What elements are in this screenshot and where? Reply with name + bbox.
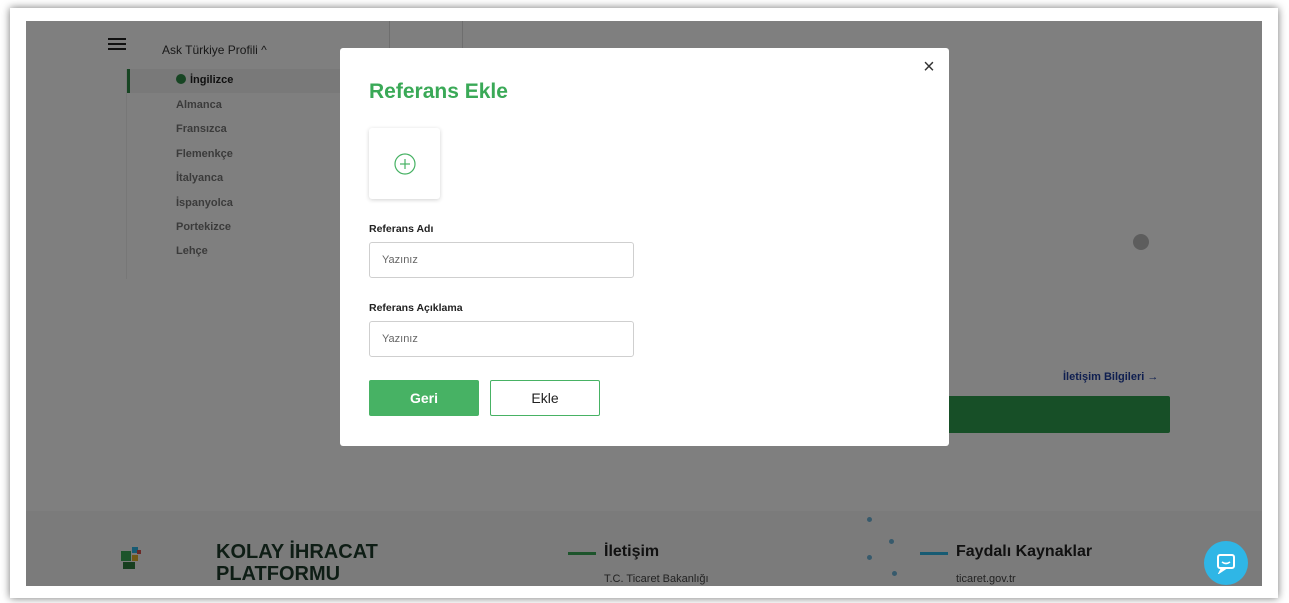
browser-frame: Ask Türkiye Profili ^ İngilizce Almanca …: [10, 8, 1278, 598]
add-button[interactable]: Ekle: [490, 380, 600, 416]
add-reference-modal: × Referans Ekle Referans Adı Referans Aç…: [340, 48, 949, 446]
chat-icon: [1217, 554, 1235, 574]
plus-circle-icon: [393, 152, 416, 175]
reference-name-label: Referans Adı: [369, 223, 434, 235]
image-upload-button[interactable]: [369, 128, 440, 199]
reference-name-input[interactable]: [369, 242, 634, 278]
back-button[interactable]: Geri: [369, 380, 479, 416]
chat-button[interactable]: [1204, 541, 1248, 585]
modal-title: Referans Ekle: [369, 80, 508, 103]
reference-description-label: Referans Açıklama: [369, 302, 463, 314]
close-icon[interactable]: ×: [918, 57, 940, 79]
reference-description-input[interactable]: [369, 321, 634, 357]
page: Ask Türkiye Profili ^ İngilizce Almanca …: [26, 21, 1262, 586]
